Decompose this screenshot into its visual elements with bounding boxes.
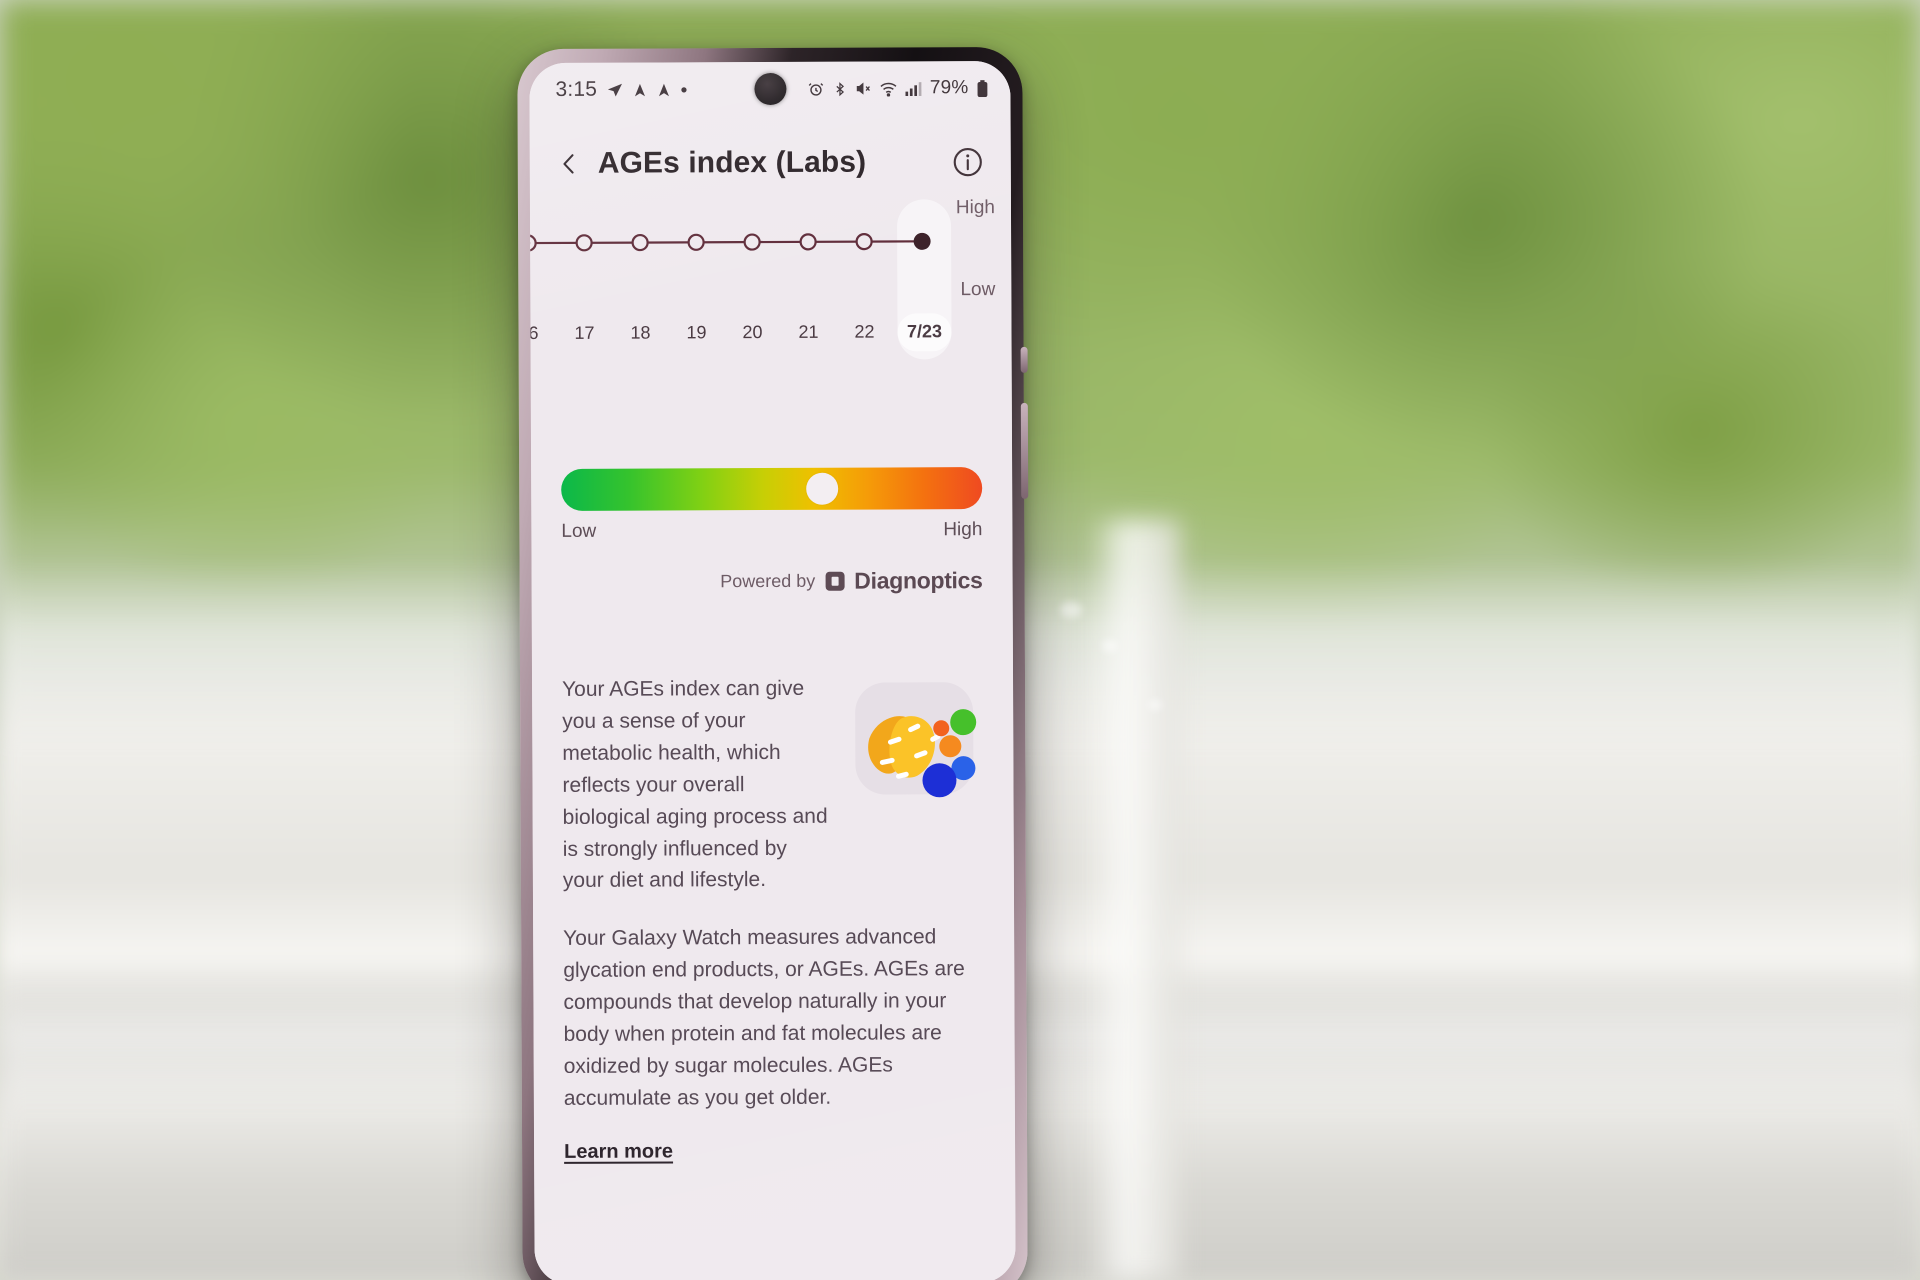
status-bar: 3:15 79% [529,61,1010,117]
description-top-row: Your AGEs index can give you a sense of … [562,672,984,897]
chart-y-label-high: High [955,197,996,219]
bokeh-spot [1102,640,1118,652]
description-paragraph-2: Your Galaxy Watch measures advanced glyc… [563,925,965,1110]
camera-punch-hole [753,72,787,106]
side-button-power[interactable] [1020,346,1028,373]
description-card: Your AGEs index can give you a sense of … [532,642,1015,1164]
bokeh-spot [1148,700,1162,710]
navigation-arrow-icon [606,81,623,98]
window-frame-vertical [1090,520,1180,1280]
gauge-indicator-knob [806,472,839,505]
description-paragraph-1: Your AGEs index can give you a sense of … [562,676,828,893]
chart-x-label: 16 [529,323,539,344]
status-bar-clock: 3:15 [555,77,598,101]
status-bar-left: 3:15 [555,77,687,102]
phone-device: 3:15 79% AGEs index (Labs) 16 17 18 19 2… [517,46,1029,1280]
wifi-icon [880,81,898,97]
diagnoptics-logo-icon [825,571,845,591]
app-screen: 3:15 79% AGEs index (Labs) 16 17 18 19 2… [529,60,1016,1280]
gauge-scale-labels: Low High [561,519,982,543]
location-arrow-icon [656,81,671,98]
powered-by-row: Powered by Diagnoptics [531,541,1012,596]
location-arrow-icon [632,81,647,98]
chart-x-label: 21 [798,321,819,342]
dot-icon [680,86,687,93]
gauge-high-label: High [943,519,983,541]
alarm-icon [808,80,825,97]
ages-gauge: Low High [531,393,1013,543]
battery-icon [976,79,988,97]
chart-x-label: 18 [630,322,651,343]
gauge-low-label: Low [561,520,597,542]
chart-x-label-selected: 7/23 [906,321,943,342]
gauge-gradient-bar[interactable] [561,467,983,511]
chart-x-label: 17 [574,322,595,343]
diagnoptics-brand-name: Diagnoptics [854,567,983,594]
bluetooth-icon [833,80,848,97]
battery-percent-label: 79% [929,77,969,99]
back-chevron-icon[interactable] [556,151,582,177]
status-bar-right: 79% [808,77,989,100]
learn-more-link[interactable]: Learn more [564,1140,673,1163]
molecule-illustration-icon [843,676,984,803]
page-title: AGEs index (Labs) [597,145,867,180]
app-header: AGEs index (Labs) [530,115,1011,195]
photo-scene: 3:15 79% AGEs index (Labs) 16 17 18 19 2… [0,0,1920,1280]
chart-x-label: 22 [854,321,875,342]
chart-x-label: 20 [742,322,763,343]
info-icon[interactable] [951,145,985,179]
mute-icon [856,81,872,97]
chart-y-label-low: Low [960,279,996,301]
chart-x-label: 19 [686,322,707,343]
ages-trend-chart[interactable]: 16 17 18 19 20 21 22 7/23 High Low [529,193,1012,395]
bokeh-spot [1060,602,1082,618]
phone-screen: 3:15 79% AGEs index (Labs) 16 17 18 19 2… [529,60,1016,1280]
signal-icon [905,81,922,96]
side-button-volume[interactable] [1020,402,1029,499]
powered-by-prefix: Powered by [720,570,816,592]
